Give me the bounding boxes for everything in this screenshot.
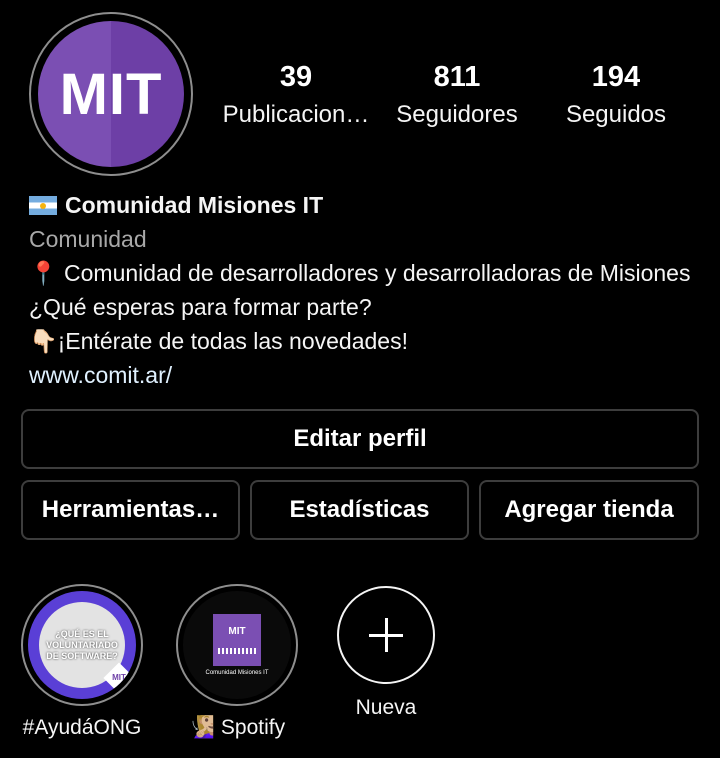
- tools-button[interactable]: Herramientas…: [21, 480, 240, 540]
- highlight-ayuda-ong[interactable]: ¿QUÉ ES EL VOLUNTARIADO DE SOFTWARE? MIT…: [17, 584, 147, 740]
- profile-name-line: Comunidad Misiones IT: [29, 188, 709, 222]
- following-count: 194: [591, 61, 641, 93]
- followers-label: Seguidores: [396, 101, 518, 128]
- followers-count: 811: [433, 61, 481, 93]
- highlight-ring[interactable]: MIT Comunidad Misiones IT: [176, 584, 298, 706]
- posts-count: 39: [279, 61, 313, 93]
- argentina-flag-icon: [29, 195, 57, 215]
- highlight-ring[interactable]: ¿QUÉ ES EL VOLUNTARIADO DE SOFTWARE? MIT: [21, 584, 143, 706]
- highlight-label: Nueva: [355, 696, 417, 719]
- followers-stat[interactable]: 811 Seguidores: [382, 58, 532, 134]
- profile-category: Comunidad: [29, 226, 147, 252]
- profile-avatar[interactable]: MIT: [38, 21, 184, 167]
- posts-label: Publicacion…: [222, 101, 370, 128]
- highlight-new[interactable]: Nueva: [321, 586, 451, 720]
- new-highlight-button[interactable]: [337, 586, 435, 684]
- edit-profile-button[interactable]: Editar perfil: [21, 409, 699, 469]
- cover-caption: Comunidad Misiones IT: [205, 670, 269, 676]
- highlight-cover: ¿QUÉ ES EL VOLUNTARIADO DE SOFTWARE? MIT: [28, 591, 136, 699]
- profile-bio: Comunidad Misiones IT Comunidad 📍 Comuni…: [29, 188, 709, 392]
- badge-text: MIT: [112, 673, 126, 682]
- profile-name: Comunidad Misiones IT: [65, 192, 324, 218]
- highlight-label: 🧏🏼‍♀️ Spotify: [188, 716, 286, 739]
- following-label: Seguidos: [565, 101, 667, 128]
- highlight-cover: MIT Comunidad Misiones IT: [183, 591, 291, 699]
- spotify-code-icon: [218, 648, 256, 655]
- avatar-logo-text: MIT: [59, 61, 163, 127]
- profile-link[interactable]: www.comit.ar/: [29, 358, 709, 392]
- add-shop-button[interactable]: Agregar tienda: [479, 480, 699, 540]
- spotify-cover-art: MIT: [213, 614, 261, 666]
- mit-badge-icon: MIT: [103, 662, 135, 694]
- highlight-label: #AyudáONG: [22, 716, 142, 739]
- highlight-spotify[interactable]: MIT Comunidad Misiones IT 🧏🏼‍♀️ Spotify: [172, 584, 302, 740]
- bio-line-1: 📍 Comunidad de desarrolladores y desarro…: [29, 260, 691, 320]
- following-stat[interactable]: 194 Seguidos: [541, 58, 691, 134]
- profile-avatar-ring[interactable]: MIT: [29, 12, 193, 176]
- cover-logo-text: MIT: [228, 625, 246, 637]
- posts-stat[interactable]: 39 Publicacion…: [221, 58, 371, 134]
- plus-icon-vertical: [384, 618, 388, 652]
- insights-button[interactable]: Estadísticas: [250, 480, 469, 540]
- bio-line-2: 👇🏻¡Entérate de todas las novedades!: [29, 328, 408, 354]
